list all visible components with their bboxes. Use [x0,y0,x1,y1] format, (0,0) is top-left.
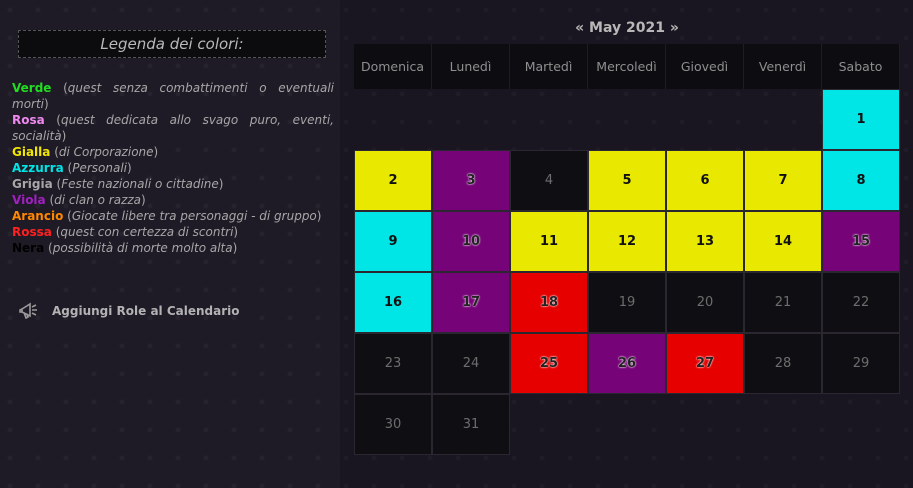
empty-cell [744,394,822,455]
legend-color-name: Azzurra [12,161,64,175]
legend-color-description: Feste nazionali o cittadine [61,177,219,191]
legend-item-verde: Verde (quest senza combattimenti o event… [12,81,334,111]
day-cell[interactable]: 22 [822,272,900,333]
empty-cell [744,89,822,150]
legend-color-name: Arancio [12,209,64,223]
day-cell[interactable]: 28 [744,333,822,394]
day-cell[interactable]: 3 [432,150,510,211]
legend-panel: Legenda dei colori: Verde (quest senza c… [0,0,340,488]
day-cell[interactable]: 24 [432,333,510,394]
megaphone-icon [18,300,40,322]
legend-color-name: Verde [12,81,52,95]
empty-cell [588,394,666,455]
empty-cell [666,394,744,455]
legend-color-description: di clan o razza [54,193,142,207]
day-cell[interactable]: 16 [354,272,432,333]
legend-color-description: possibilità di morte molto alta [52,241,233,255]
day-cell[interactable]: 25 [510,333,588,394]
day-cell[interactable]: 5 [588,150,666,211]
add-role-button[interactable]: Aggiungi Role al Calendario [18,300,240,322]
day-cell[interactable]: 12 [588,211,666,272]
empty-cell [432,89,510,150]
weekday-header: Sabato [822,44,900,89]
prev-month-button[interactable]: « [575,20,584,36]
legend-item-azzurra: Azzurra (Personali) [12,161,132,175]
month-label: May 2021 [589,20,665,36]
weekday-header: Martedì [510,44,588,89]
legend-color-name: Grigia [12,177,53,191]
day-cell[interactable]: 18 [510,272,588,333]
day-cell[interactable]: 31 [432,394,510,455]
day-cell[interactable]: 23 [354,333,432,394]
empty-cell [354,89,432,150]
day-cell[interactable]: 21 [744,272,822,333]
calendar-grid: Domenica Lunedì Martedì Mercoledì Giovedì Ven… [354,44,900,455]
legend-item-nera: Nera (possibilità di morte molto alta) [12,241,238,255]
weekday-header: Venerdì [744,44,822,89]
weekday-header: Lunedì [432,44,510,89]
day-cell[interactable]: 9 [354,211,432,272]
legend-item-viola: Viola (di clan o razza) [12,193,146,207]
legend-color-name: Gialla [12,145,51,159]
legend-color-name: Nera [12,241,45,255]
legend-list: Verde (quest senza combattimenti o event… [12,80,334,256]
add-role-label: Aggiungi Role al Calendario [52,304,240,318]
legend-color-description: Personali [72,161,128,175]
day-cell[interactable]: 11 [510,211,588,272]
legend-color-description: quest con certezza di scontri [60,225,234,239]
day-cell[interactable]: 17 [432,272,510,333]
day-cell[interactable]: 19 [588,272,666,333]
weekday-header: Mercoledì [588,44,666,89]
legend-color-description: quest dedicata allo svago puro, eventi, … [12,113,334,143]
day-cell[interactable]: 29 [822,333,900,394]
weekday-header: Giovedì [666,44,744,89]
empty-cell [666,89,744,150]
weekday-header: Domenica [354,44,432,89]
legend-item-arancio: Arancio (Giocate libere tra personaggi -… [12,209,322,223]
day-cell[interactable]: 26 [588,333,666,394]
legend-color-name: Viola [12,193,46,207]
day-cell[interactable]: 27 [666,333,744,394]
legend-item-grigia: Grigia (Feste nazionali o cittadine) [12,177,224,191]
day-cell[interactable]: 6 [666,150,744,211]
day-cell[interactable]: 15 [822,211,900,272]
legend-color-name: Rossa [12,225,52,239]
month-navigation: « May 2021 » [354,20,900,36]
empty-cell [510,394,588,455]
day-cell[interactable]: 30 [354,394,432,455]
empty-cell [822,394,900,455]
day-cell[interactable]: 13 [666,211,744,272]
legend-color-name: Rosa [12,113,45,127]
empty-cell [510,89,588,150]
day-cell[interactable]: 7 [744,150,822,211]
empty-cell [588,89,666,150]
day-cell[interactable]: 4 [510,150,588,211]
legend-item-rosa: Rosa (quest dedicata allo svago puro, ev… [12,113,334,143]
legend-color-description: Giocate libere tra personaggi - di grupp… [71,209,317,223]
day-cell[interactable]: 20 [666,272,744,333]
day-cell[interactable]: 10 [432,211,510,272]
day-cell[interactable]: 1 [822,89,900,150]
day-cell[interactable]: 2 [354,150,432,211]
legend-item-rossa: Rossa (quest con certezza di scontri) [12,225,239,239]
legend-color-description: di Corporazione [58,145,154,159]
next-month-button[interactable]: » [670,20,679,36]
day-cell[interactable]: 8 [822,150,900,211]
legend-title: Legenda dei colori: [18,30,326,58]
legend-item-gialla: Gialla (di Corporazione) [12,145,159,159]
day-cell[interactable]: 14 [744,211,822,272]
